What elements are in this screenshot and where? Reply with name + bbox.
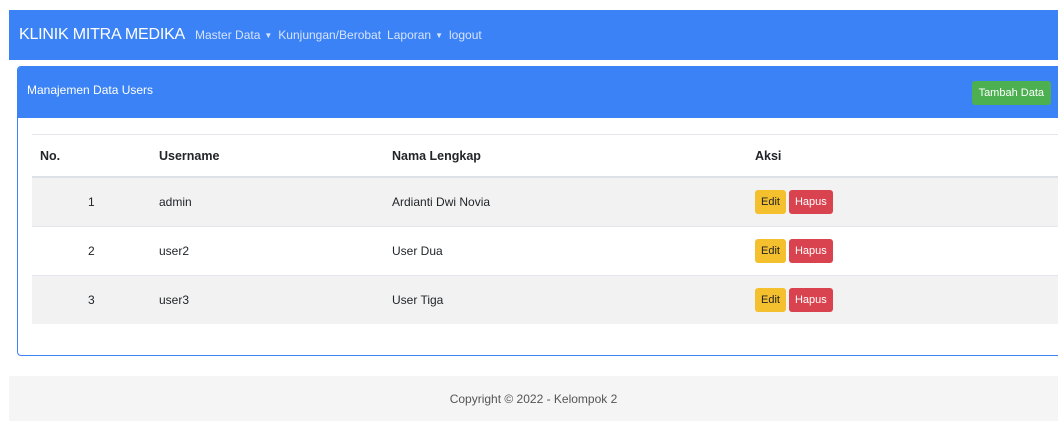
header-nama-lengkap: Nama Lengkap [392,135,755,178]
card-header: Manajemen Data Users Tambah Data [18,67,1058,118]
brand-title[interactable]: KLINIK MITRA MEDIKA [19,26,185,44]
table-header-row: No. Username Nama Lengkap Aksi [32,135,1058,178]
edit-button[interactable]: Edit [755,238,786,263]
top-navbar: KLINIK MITRA MEDIKA Master Data ▼ Kunjun… [9,10,1058,60]
cell-username: admin [159,176,392,226]
nav-laporan-label: Laporan [387,28,432,42]
nav-logout[interactable]: logout [449,28,482,42]
nav-master-data-label: Master Data [195,28,261,42]
table-row: 1 admin Ardianti Dwi Novia Edit Hapus [32,176,1058,226]
cell-no: 3 [32,274,159,324]
users-table: No. Username Nama Lengkap Aksi 1 admin A… [32,135,1058,324]
table-row: 2 user2 User Dua Edit Hapus [32,225,1058,275]
users-card: Manajemen Data Users Tambah Data No. Use… [17,66,1058,356]
nav-laporan[interactable]: Laporan ▼ [387,28,443,42]
users-table-wrapper: No. Username Nama Lengkap Aksi 1 admin A… [32,134,1058,324]
header-username: Username [159,135,392,178]
cell-nama: User Tiga [392,274,755,324]
copyright-text: Copyright © 2022 - Kelompok 2 [449,391,618,406]
header-no: No. [32,135,159,178]
delete-button[interactable]: Hapus [788,287,833,312]
cell-no: 1 [32,176,159,226]
nav-kunjungan-label: Kunjungan/Berobat [278,28,382,42]
edit-button[interactable]: Edit [755,287,786,312]
cell-aksi: Edit Hapus [755,176,1058,226]
cell-aksi: Edit Hapus [755,225,1058,275]
page-footer: Copyright © 2022 - Kelompok 2 [9,376,1058,421]
cell-username: user2 [159,225,392,275]
header-aksi: Aksi [755,135,1058,178]
delete-button[interactable]: Hapus [788,189,833,214]
edit-button[interactable]: Edit [755,189,786,214]
table-row: 3 user3 User Tiga Edit Hapus [32,274,1058,324]
cell-no: 2 [32,225,159,275]
delete-button[interactable]: Hapus [788,238,833,263]
nav-logout-label: logout [449,28,482,42]
add-user-button[interactable]: Tambah Data [971,80,1051,105]
cell-aksi: Edit Hapus [755,274,1058,324]
card-title: Manajemen Data Users [27,82,154,97]
caret-down-icon: ▼ [435,30,444,40]
nav-master-data[interactable]: Master Data ▼ [195,28,272,42]
cell-username: user3 [159,274,392,324]
caret-down-icon: ▼ [264,30,273,40]
cell-nama: Ardianti Dwi Novia [392,176,755,226]
nav-kunjungan[interactable]: Kunjungan/Berobat [278,28,381,42]
cell-nama: User Dua [392,225,755,275]
